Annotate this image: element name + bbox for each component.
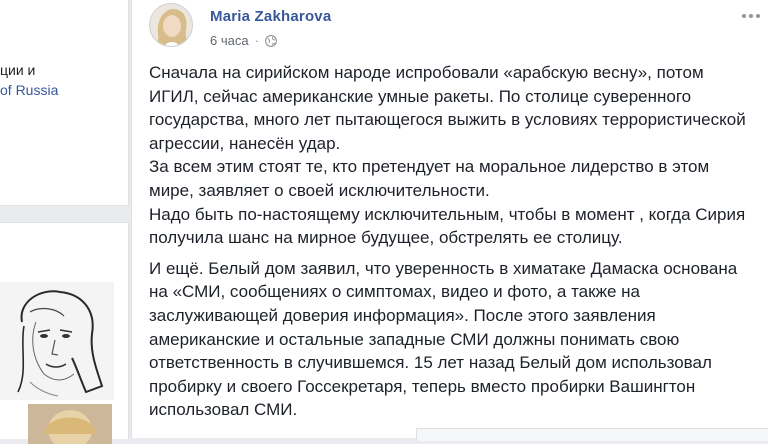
meta-separator: · [254, 33, 259, 48]
sidebar-link[interactable]: of Russia [0, 82, 58, 98]
sidebar-text: ции и [0, 62, 36, 78]
sidebar-photos-card [0, 222, 129, 444]
post-timestamp[interactable]: 6 часа [210, 33, 249, 48]
portrait-photo-thumbnail[interactable] [28, 404, 112, 444]
attached-preview-edge [416, 428, 768, 441]
more-options-icon[interactable] [741, 6, 761, 24]
globe-icon[interactable] [264, 34, 277, 47]
left-sidebar: ции и of Russia [0, 0, 129, 444]
post-meta: 6 часа · [210, 33, 277, 48]
author-name-link[interactable]: Maria Zakharova [210, 8, 331, 25]
author-avatar[interactable] [149, 3, 193, 47]
sidebar-info-card: ции и of Russia [0, 0, 129, 206]
post-card: Maria Zakharova 6 часа · Сначала на сири… [131, 0, 768, 441]
post-paragraph-2: И ещё. Белый дом заявил, что уверенность… [149, 258, 738, 420]
post-paragraph-1: Сначала на сирийском народе испробовали … [149, 63, 746, 248]
sketch-portrait-image[interactable] [0, 282, 114, 400]
post-text: Сначала на сирийском народе испробовали … [149, 61, 768, 422]
